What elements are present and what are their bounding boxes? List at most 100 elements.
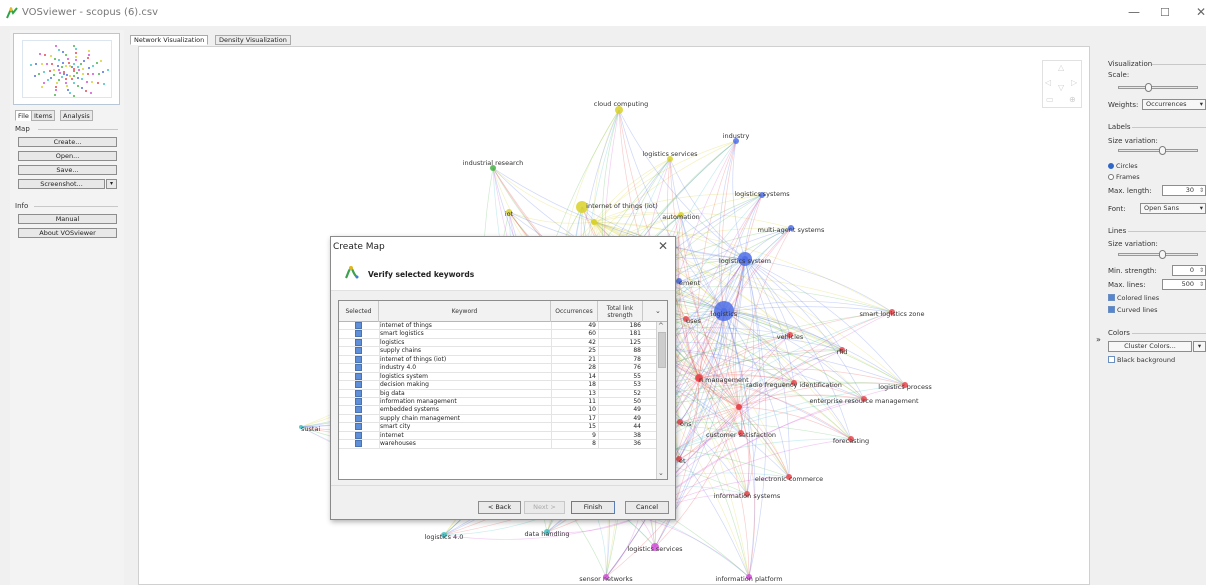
table-row[interactable]: warehouses 8 36	[339, 440, 656, 449]
node-label[interactable]: radio frequency identification	[746, 381, 842, 389]
node-label[interactable]: data handling	[525, 530, 570, 538]
table-row[interactable]: smart city 15 44	[339, 423, 656, 432]
tab-items[interactable]: Items	[31, 110, 56, 121]
cluster-colors-dropdown-icon[interactable]: ▾	[1193, 341, 1206, 352]
node-label[interactable]: rfid	[837, 348, 848, 356]
row-checkbox[interactable]	[355, 406, 362, 414]
label-size-slider-thumb[interactable]	[1159, 146, 1167, 155]
pan-down-icon[interactable]: ▽	[1058, 83, 1064, 92]
table-row[interactable]: big data 13 52	[339, 389, 656, 398]
column-header-occurrences[interactable]: Occurrences	[551, 301, 598, 322]
scrollbar-thumb[interactable]	[658, 332, 666, 368]
node-label[interactable]: automation	[662, 213, 699, 221]
save-button[interactable]: Save...	[18, 165, 117, 175]
cluster-colors-button[interactable]: Cluster Colors...	[1108, 341, 1192, 352]
node-label[interactable]: uses	[686, 317, 702, 325]
table-row[interactable]: decision making 18 53	[339, 381, 656, 390]
row-checkbox[interactable]	[355, 414, 362, 422]
node-label[interactable]: iot	[505, 210, 514, 218]
node-label[interactable]: forecasting	[833, 437, 869, 445]
node-label[interactable]: logistics system	[719, 257, 771, 265]
node-label[interactable]: et	[679, 457, 686, 465]
open-button[interactable]: Open...	[18, 151, 117, 161]
keyword-table[interactable]: Selected Keyword Occurrences Total link …	[338, 300, 668, 480]
column-header-keyword[interactable]: Keyword	[379, 301, 551, 322]
node-label[interactable]: logistics services	[642, 150, 698, 158]
maximize-icon[interactable]: ☐	[1160, 6, 1170, 19]
table-row[interactable]: information management 11 50	[339, 397, 656, 407]
about-vosviewer-button[interactable]: About VOSviewer	[18, 228, 117, 238]
node-label[interactable]: logistics process	[878, 383, 932, 391]
table-scrollbar[interactable]: ^ ⌄	[656, 322, 667, 479]
node-label[interactable]: smart logistics zone	[860, 310, 925, 318]
zoom-in-icon[interactable]: ⊕	[1069, 95, 1076, 104]
manual-button[interactable]: Manual	[18, 214, 117, 224]
row-checkbox[interactable]	[355, 389, 362, 397]
scale-slider[interactable]	[1118, 83, 1198, 92]
node-label[interactable]: ons	[680, 420, 692, 428]
row-checkbox[interactable]	[355, 355, 362, 363]
zoom-out-icon[interactable]: ▭	[1046, 95, 1054, 104]
node-label[interactable]: vehicles	[777, 333, 804, 341]
screenshot-dropdown-icon[interactable]: ▾	[106, 179, 117, 189]
row-checkbox[interactable]	[355, 330, 362, 338]
node-label[interactable]: information platform	[715, 575, 782, 583]
next-button[interactable]: Next >	[524, 501, 565, 514]
table-row[interactable]: supply chain management 17 49	[339, 414, 656, 424]
node-label[interactable]: internet of things (iot)	[586, 202, 658, 210]
dialog-close-icon[interactable]: ✕	[658, 239, 668, 253]
row-checkbox[interactable]	[355, 397, 362, 405]
node-label[interactable]: logistics 4.0	[425, 533, 464, 541]
line-size-slider[interactable]	[1118, 250, 1198, 259]
create-button[interactable]: Create...	[18, 137, 117, 147]
node-label[interactable]: logistics systems	[734, 190, 790, 198]
row-checkbox[interactable]	[355, 338, 362, 346]
weights-select[interactable]: Occurrences ▾	[1142, 99, 1206, 110]
pan-right-icon[interactable]: ▷	[1071, 78, 1077, 87]
node-label[interactable]: electronic commerce	[755, 475, 823, 483]
pan-up-icon[interactable]: △	[1058, 63, 1064, 72]
max-length-spinner[interactable]: 30 ⇕	[1162, 185, 1206, 196]
label-size-slider[interactable]	[1118, 146, 1198, 155]
network-node[interactable]	[736, 404, 742, 410]
spinner-arrows-icon[interactable]: ⇕	[1199, 266, 1204, 275]
row-checkbox[interactable]	[355, 372, 362, 380]
network-node[interactable]	[591, 219, 597, 225]
scroll-down-icon[interactable]: ⌄	[658, 469, 664, 477]
node-label[interactable]: n management	[699, 376, 749, 384]
row-checkbox[interactable]	[355, 364, 362, 372]
row-checkbox[interactable]	[355, 431, 362, 439]
node-label[interactable]: customer satisfaction	[706, 431, 776, 439]
curved-lines-checkbox[interactable]: Curved lines	[1108, 306, 1158, 314]
table-row[interactable]: industry 4.0 28 76	[339, 364, 656, 373]
table-row[interactable]: internet of things (iot) 21 78	[339, 355, 656, 365]
table-row[interactable]: internet of things 49 186	[339, 322, 656, 331]
node-label[interactable]: logistics services	[627, 545, 683, 553]
node-label[interactable]: information systems	[714, 492, 781, 500]
screenshot-button[interactable]: Screenshot...	[18, 179, 105, 189]
scale-slider-thumb[interactable]	[1144, 83, 1152, 92]
node-label[interactable]: sensor networks	[579, 575, 633, 583]
table-row[interactable]: logistics system 14 55	[339, 372, 656, 382]
cancel-button[interactable]: Cancel	[625, 501, 669, 514]
table-row[interactable]: embedded systems 10 49	[339, 406, 656, 415]
row-checkbox[interactable]	[355, 440, 362, 448]
colored-lines-checkbox[interactable]: Colored lines	[1108, 294, 1159, 302]
column-header-selected[interactable]: Selected	[339, 301, 379, 322]
scroll-up-icon[interactable]: ^	[658, 322, 664, 330]
navigation-control[interactable]: △ ◁ ▷ ▽ ▭ ⊕	[1042, 60, 1082, 108]
tab-density-visualization[interactable]: Density Visualization	[215, 35, 291, 45]
spinner-arrows-icon[interactable]: ⇕	[1199, 186, 1204, 195]
row-checkbox[interactable]	[355, 381, 362, 389]
node-label[interactable]: sustai	[301, 425, 320, 433]
line-size-slider-thumb[interactable]	[1159, 250, 1167, 259]
tab-network-visualization[interactable]: Network Visualization	[130, 35, 209, 45]
node-label[interactable]: industry	[723, 132, 750, 140]
tab-analysis[interactable]: Analysis	[60, 110, 93, 121]
table-row[interactable]: internet 9 38	[339, 431, 656, 441]
row-checkbox[interactable]	[355, 322, 362, 329]
spinner-arrows-icon[interactable]: ⇕	[1199, 280, 1204, 289]
node-label[interactable]: logistics	[711, 310, 738, 318]
node-label[interactable]: industrial research	[463, 159, 524, 167]
frames-radio[interactable]: Frames	[1108, 173, 1140, 181]
